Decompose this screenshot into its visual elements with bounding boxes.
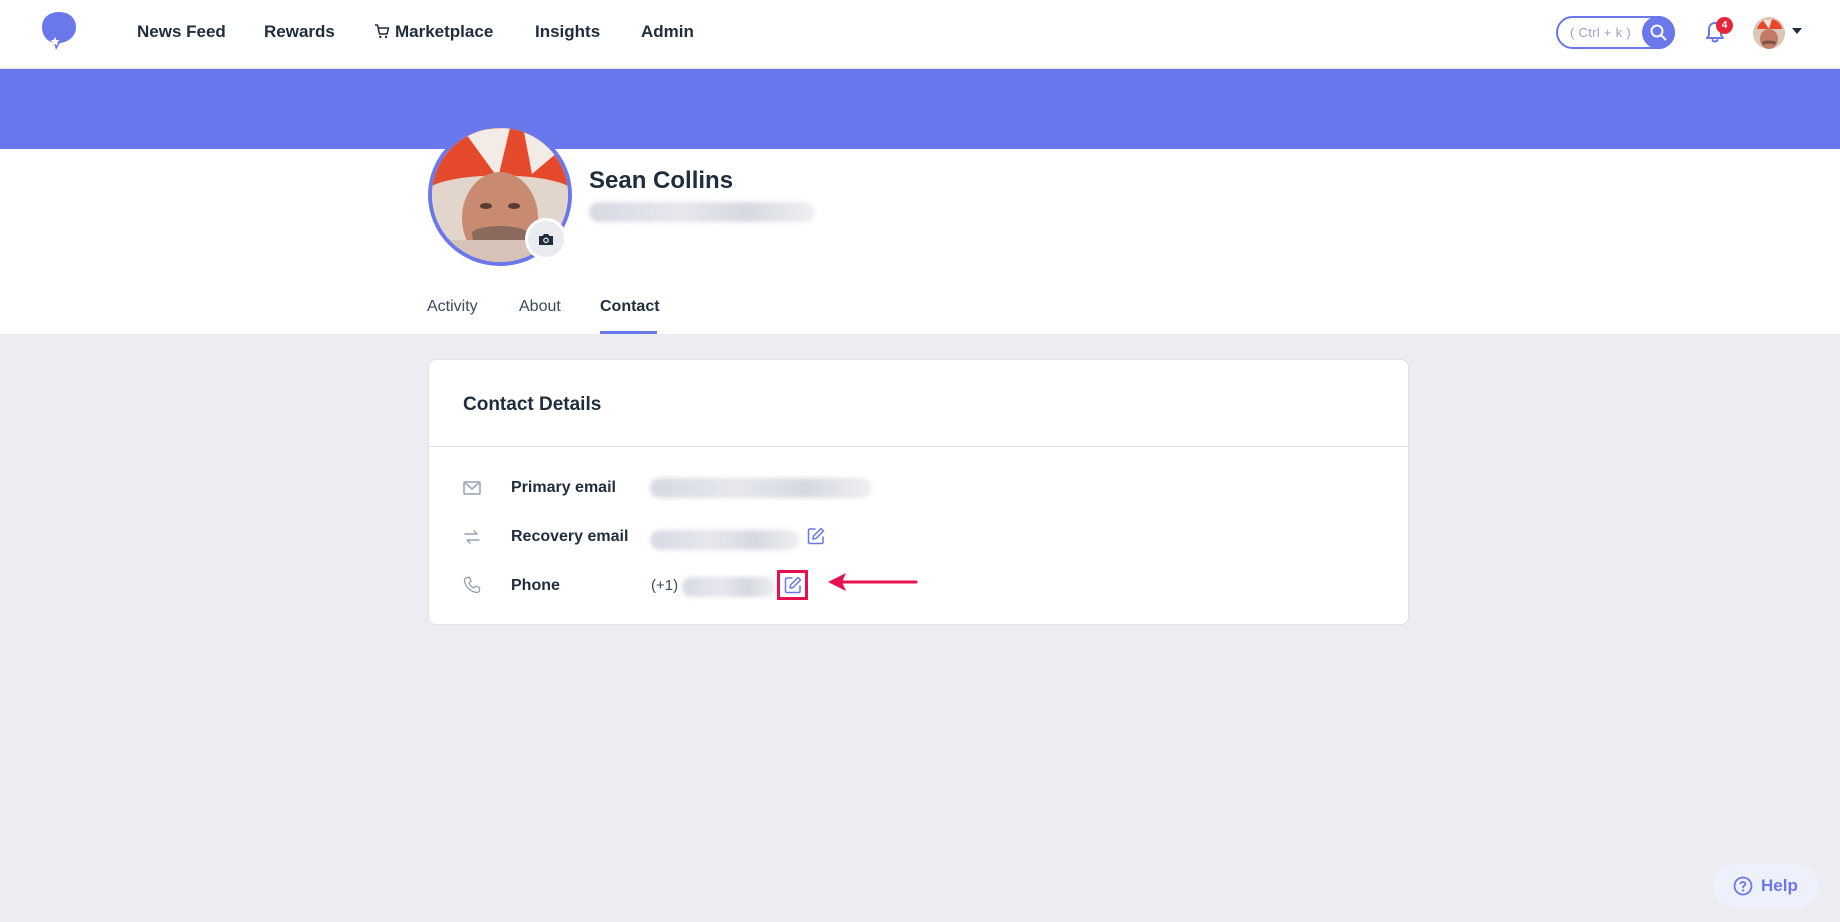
primary-email-label: Primary email — [511, 479, 616, 496]
nav-news-feed[interactable]: News Feed — [137, 22, 226, 42]
profile-name: Sean Collins — [589, 167, 734, 194]
camera-icon — [539, 234, 553, 245]
card-divider — [429, 446, 1408, 447]
nav-insights[interactable]: Insights — [535, 22, 600, 42]
user-menu-caret-icon[interactable] — [1792, 28, 1802, 34]
mail-icon — [463, 481, 481, 495]
card-title: Contact Details — [463, 394, 602, 415]
edit-recovery-email-icon[interactable] — [806, 526, 826, 546]
phone-label: Phone — [511, 577, 560, 594]
nav-admin[interactable]: Admin — [641, 22, 694, 42]
recovery-email-value-redacted — [650, 530, 800, 550]
tab-contact[interactable]: Contact — [600, 298, 660, 316]
search-box[interactable]: ( Ctrl + k ) — [1556, 16, 1675, 49]
profile-subtitle-redacted — [589, 202, 815, 222]
active-tab-indicator — [600, 331, 657, 334]
profile-header — [0, 149, 1840, 334]
phone-icon — [463, 576, 481, 594]
annotation-arrow-icon — [828, 573, 918, 591]
search-button[interactable] — [1642, 16, 1675, 49]
phone-number-redacted — [682, 577, 776, 597]
cart-icon — [375, 24, 390, 39]
notification-count-badge: 4 — [1716, 17, 1733, 34]
profile-banner — [0, 69, 1840, 149]
recovery-email-label: Recovery email — [511, 528, 629, 545]
top-navigation: News Feed Rewards Marketplace Insights A… — [0, 0, 1840, 69]
tab-activity[interactable]: Activity — [427, 298, 478, 316]
search-shortcut-hint: ( Ctrl + k ) — [1570, 25, 1632, 40]
primary-email-value-redacted — [650, 478, 872, 498]
user-menu-avatar[interactable] — [1753, 17, 1785, 49]
help-question-icon — [1733, 876, 1753, 896]
annotation-highlight-box — [777, 570, 808, 600]
nav-rewards[interactable]: Rewards — [264, 22, 335, 42]
help-label: Help — [1761, 876, 1798, 895]
phone-country-code: (+1) — [651, 577, 679, 594]
change-photo-button[interactable] — [525, 218, 567, 260]
help-button[interactable]: Help — [1713, 864, 1819, 908]
app-logo-icon[interactable] — [38, 10, 80, 52]
nav-marketplace[interactable]: Marketplace — [374, 22, 493, 42]
tab-about[interactable]: About — [519, 298, 561, 316]
search-icon — [1650, 24, 1667, 41]
sync-icon — [464, 530, 480, 544]
